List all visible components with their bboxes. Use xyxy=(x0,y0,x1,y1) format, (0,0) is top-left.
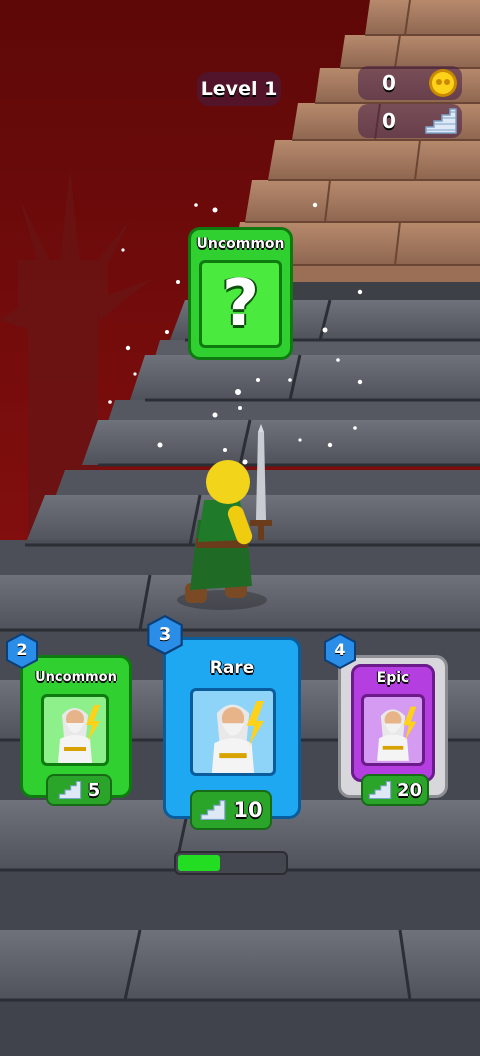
upgrade-card-rare[interactable]: Rare 10 xyxy=(163,637,301,830)
card-level-badge: 4 xyxy=(324,632,356,670)
upgrade-cost-button[interactable]: 5 xyxy=(46,774,112,806)
zeus-icon xyxy=(58,705,100,763)
card-level-badge: 2 xyxy=(6,632,38,670)
stairs-icon xyxy=(201,799,226,821)
mystery-card: Uncommon ? xyxy=(188,227,293,360)
coin-count: 0 xyxy=(382,71,396,95)
stairs-icon xyxy=(368,781,392,799)
level-indicator: Level 1 xyxy=(197,72,281,106)
upgrade-cost-button[interactable]: 10 xyxy=(190,790,272,830)
coin-icon xyxy=(429,69,457,97)
zeus-portrait xyxy=(41,694,109,766)
zeus-portrait xyxy=(361,694,425,766)
steps-count: 0 xyxy=(382,109,396,133)
game-scene xyxy=(0,0,480,1056)
progress-bar-fill xyxy=(178,855,220,871)
card-rarity-label: Rare xyxy=(209,658,255,678)
level-label: Level 1 xyxy=(200,78,278,100)
upgrade-card-epic[interactable]: Epic 20 xyxy=(338,655,448,806)
card-rarity-label: Uncommon xyxy=(35,670,117,685)
zeus-icon xyxy=(211,700,265,773)
mystery-card-rarity: Uncommon xyxy=(196,236,285,252)
stairs-icon xyxy=(425,108,457,134)
progress-bar xyxy=(174,851,288,875)
upgrade-cost-value: 10 xyxy=(233,798,263,822)
zeus-portrait xyxy=(190,688,276,776)
coin-counter: 0 xyxy=(358,66,462,100)
stairs-icon xyxy=(58,781,81,799)
card-rarity-label: Epic xyxy=(376,670,410,686)
zeus-icon xyxy=(377,706,417,761)
upgrade-cost-value: 5 xyxy=(87,779,101,801)
card-level-badge: 3 xyxy=(147,614,183,656)
upgrade-cost-value: 20 xyxy=(396,779,423,801)
question-mark-icon: ? xyxy=(221,267,260,341)
steps-counter: 0 xyxy=(358,104,462,138)
mystery-card-face: ? xyxy=(199,260,282,348)
upgrade-card-uncommon[interactable]: Uncommon 5 xyxy=(20,655,132,806)
upgrade-cost-button[interactable]: 20 xyxy=(361,774,429,806)
